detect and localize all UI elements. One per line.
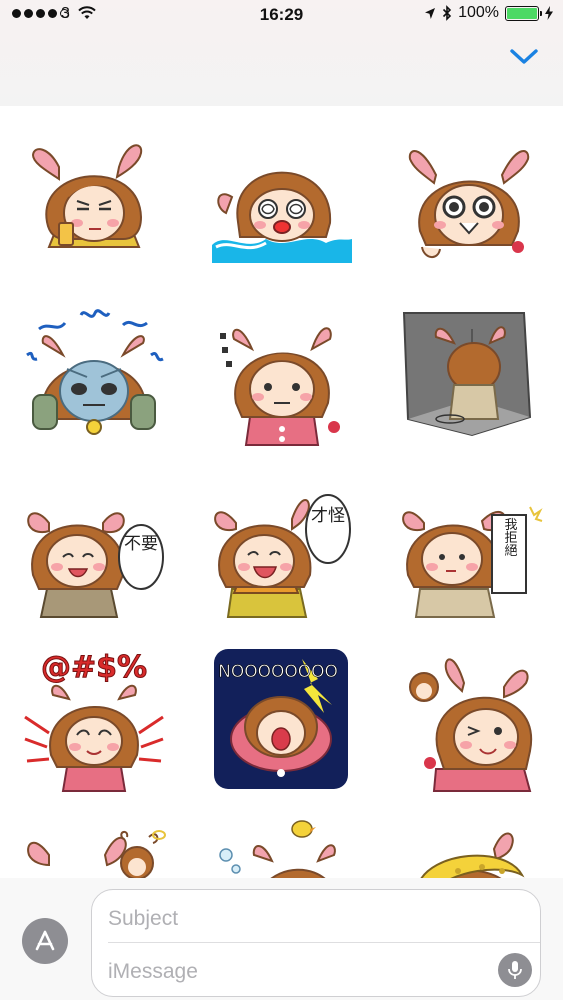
- sticker-dizzy-friend[interactable]: [0, 804, 188, 878]
- sticker-bubble-bath[interactable]: [188, 804, 376, 878]
- message-input[interactable]: [108, 957, 478, 987]
- sticker-blue-fear[interactable]: [0, 288, 188, 460]
- sticker-grid: 不要 才怪 我拒絕 @#$% NOOOOOOOO: [0, 106, 563, 878]
- top-bar: 3 16:29 100%: [0, 0, 563, 106]
- subject-field[interactable]: [108, 904, 518, 934]
- sticker-peek-wink[interactable]: [375, 632, 563, 804]
- battery-icon: [505, 5, 542, 21]
- sticker-text: 才怪: [311, 506, 345, 526]
- sticker-text: NOOOOOOOO: [219, 662, 339, 682]
- sticker-reject-sign[interactable]: 我拒絕: [375, 460, 563, 632]
- sticker-drowning-shock[interactable]: [188, 116, 376, 288]
- charging-icon: [545, 6, 553, 20]
- sticker-text: 不要: [124, 534, 158, 554]
- bluetooth-icon: [443, 5, 452, 21]
- field-divider: [108, 942, 540, 943]
- sticker-no-way-bubble[interactable]: 才怪: [188, 460, 376, 632]
- microphone-icon[interactable]: [498, 953, 532, 987]
- sticker-hair-dryer[interactable]: [375, 804, 563, 878]
- battery-percent: 100%: [458, 4, 499, 21]
- compose-bar: [0, 878, 563, 1000]
- sticker-screaming-no[interactable]: NOOOOOOOO: [188, 632, 376, 804]
- sticker-scared-cry[interactable]: [375, 116, 563, 288]
- status-bar: 3 16:29 100%: [0, 0, 563, 30]
- sticker-angry-symbols[interactable]: @#$%: [0, 632, 188, 804]
- sticker-annoyed-phone[interactable]: [0, 116, 188, 288]
- app-store-icon[interactable]: [22, 918, 68, 964]
- sticker-text: 我拒絕: [502, 518, 518, 557]
- message-composer: [91, 889, 541, 997]
- sticker-speechless-dots[interactable]: [188, 288, 376, 460]
- sticker-text: @#$%: [41, 650, 147, 685]
- sticker-refuse-bubble[interactable]: 不要: [0, 460, 188, 632]
- sticker-sulking-corner[interactable]: [375, 288, 563, 460]
- location-icon: [425, 7, 436, 19]
- chevron-down-icon[interactable]: [509, 46, 539, 68]
